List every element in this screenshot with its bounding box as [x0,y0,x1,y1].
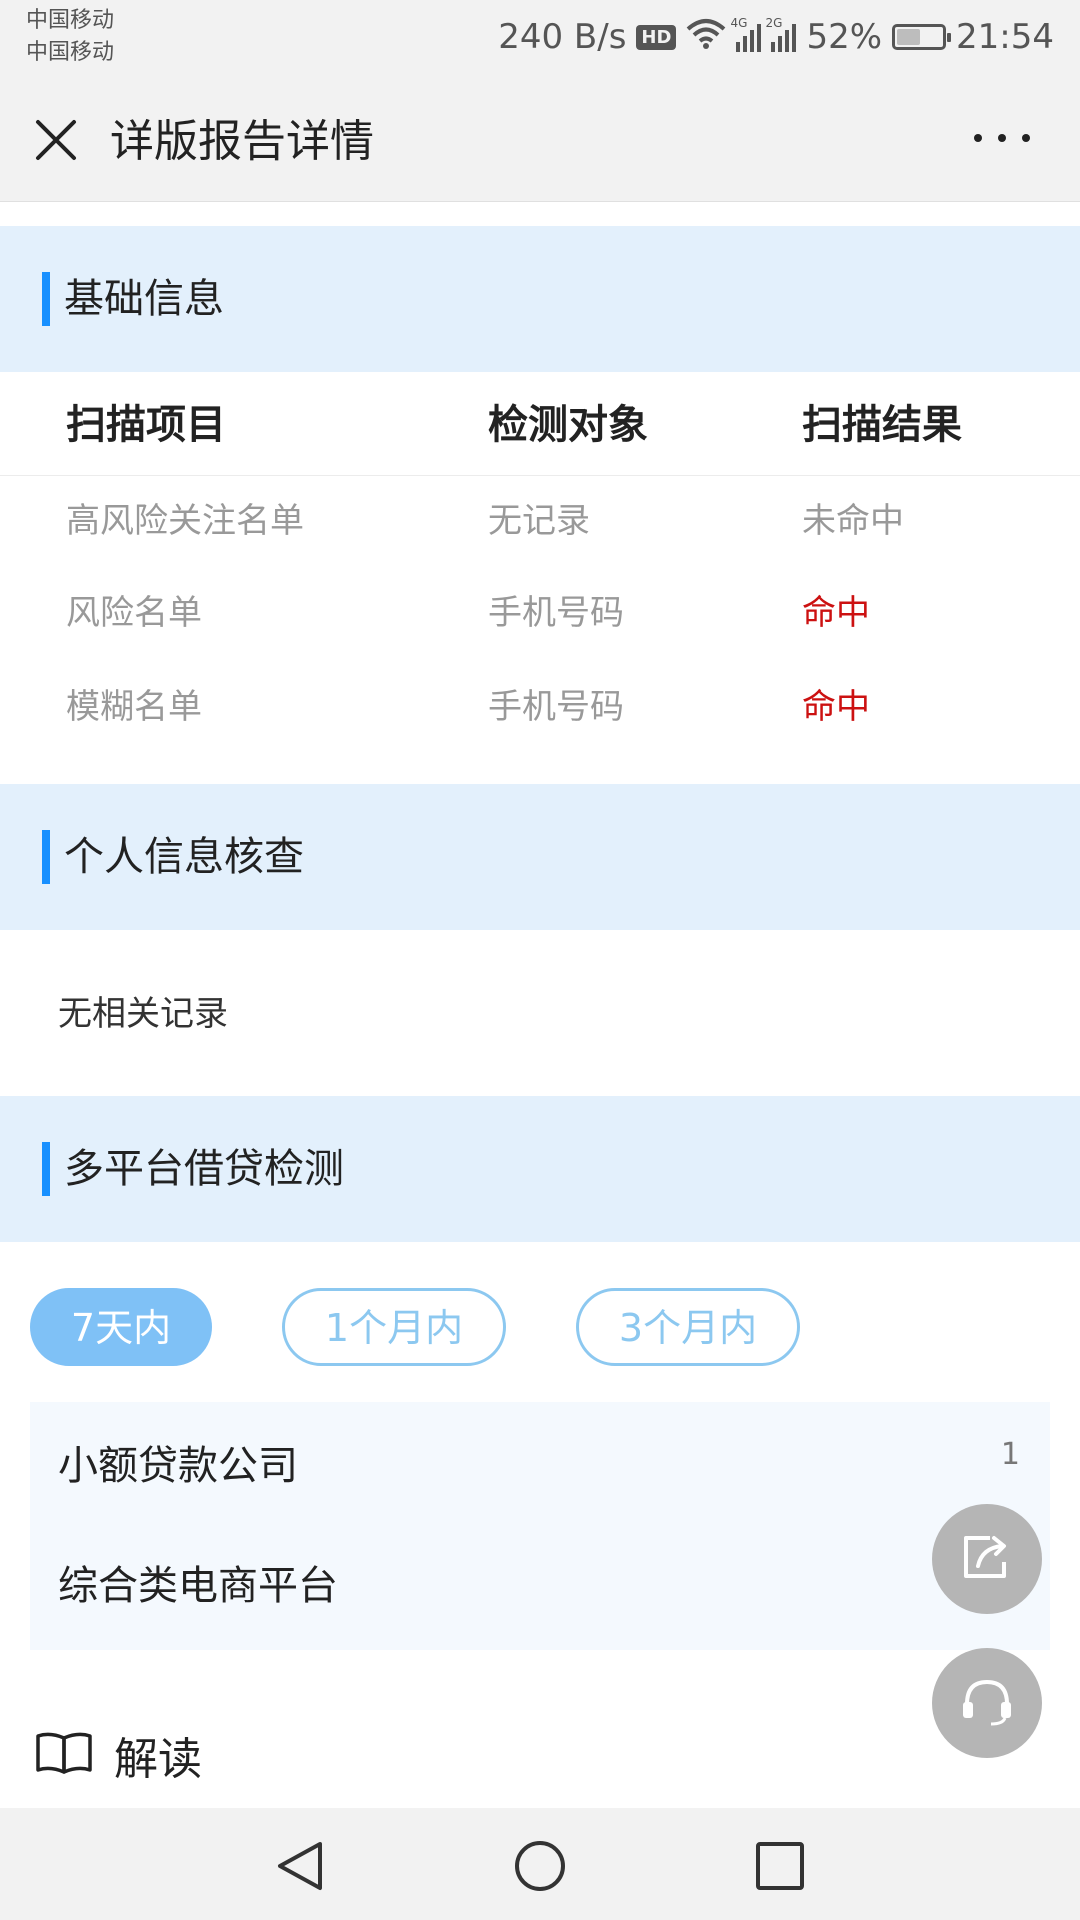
recents-square-icon[interactable] [752,1838,808,1894]
back-triangle-icon[interactable] [272,1838,328,1894]
hd-badge: HD [636,24,677,50]
table-row: 风险名单 手机号码 命中 [0,570,1080,662]
net-speed: 240 B/s [498,17,627,57]
tab-3-months[interactable]: 3个月内 [576,1288,800,1366]
status-icons: 240 B/s HD 4G 2G 52% 21:54 [498,14,1054,60]
list-item: 小额贷款公司 [58,1443,298,1489]
loan-list: 小额贷款公司 1 综合类电商平台 [30,1402,1050,1650]
empty-state-text: 无相关记录 [58,994,228,1034]
row-item: 高风险关注名单 [66,501,304,541]
section-accent-bar [42,830,50,884]
signal-2-icon: 2G [765,16,797,52]
tab-1-month[interactable]: 1个月内 [282,1288,506,1366]
carrier-2: 中国移动 [26,40,115,65]
share-icon [960,1532,1014,1586]
app-header: 详版报告详情 [0,82,1080,202]
page-title: 详版报告详情 [110,116,374,167]
row-target: 无记录 [488,501,590,541]
book-icon [34,1730,94,1780]
section-accent-bar [42,1142,50,1196]
row-result: 未命中 [802,501,904,541]
section-personal-check: 个人信息核查 [0,784,1080,930]
list-item-count: 1 [1000,1437,1020,1472]
section-title: 个人信息核查 [64,834,304,880]
interpretation-link[interactable]: 解读 [34,1722,202,1788]
row-target: 手机号码 [488,687,624,727]
row-item: 模糊名单 [66,687,202,727]
section-title: 基础信息 [64,276,224,322]
close-icon[interactable] [34,118,78,162]
interpretation-label: 解读 [114,1734,202,1785]
section-multi-platform: 多平台借贷检测 [0,1096,1080,1242]
section-title: 多平台借贷检测 [64,1146,344,1192]
system-nav-bar [0,1808,1080,1920]
column-header-target: 检测对象 [488,402,648,448]
section-accent-bar [42,272,50,326]
home-circle-icon[interactable] [512,1838,568,1894]
tab-7-days[interactable]: 7天内 [30,1288,212,1366]
row-item: 风险名单 [66,593,202,633]
status-bar: 中国移动 中国移动 240 B/s HD 4G 2G 52% 21:54 [0,0,1080,82]
carrier-1: 中国移动 [26,8,115,33]
battery-icon [892,24,952,50]
row-result: 命中 [802,593,870,633]
table-header: 扫描项目 检测对象 扫描结果 [0,374,1080,476]
headset-icon [959,1676,1015,1730]
section-basic-info: 基础信息 [0,226,1080,372]
signal-2-type: 2G [765,16,783,30]
table-row: 高风险关注名单 无记录 未命中 [0,478,1080,570]
list-item: 综合类电商平台 [58,1563,338,1609]
battery-fill [897,29,920,45]
row-target: 手机号码 [488,593,624,633]
column-header-result: 扫描结果 [802,402,962,448]
wifi-icon [686,17,726,58]
clock: 21:54 [956,17,1054,57]
row-result: 命中 [802,687,870,727]
table-row: 模糊名单 手机号码 命中 [0,664,1080,756]
signal-1-icon: 4G [730,16,762,52]
more-icon[interactable] [974,134,1030,148]
share-button[interactable] [932,1504,1042,1614]
customer-service-button[interactable] [932,1648,1042,1758]
battery-percent: 52% [806,17,883,57]
signal-1-type: 4G [730,16,748,30]
column-header-item: 扫描项目 [66,402,226,448]
